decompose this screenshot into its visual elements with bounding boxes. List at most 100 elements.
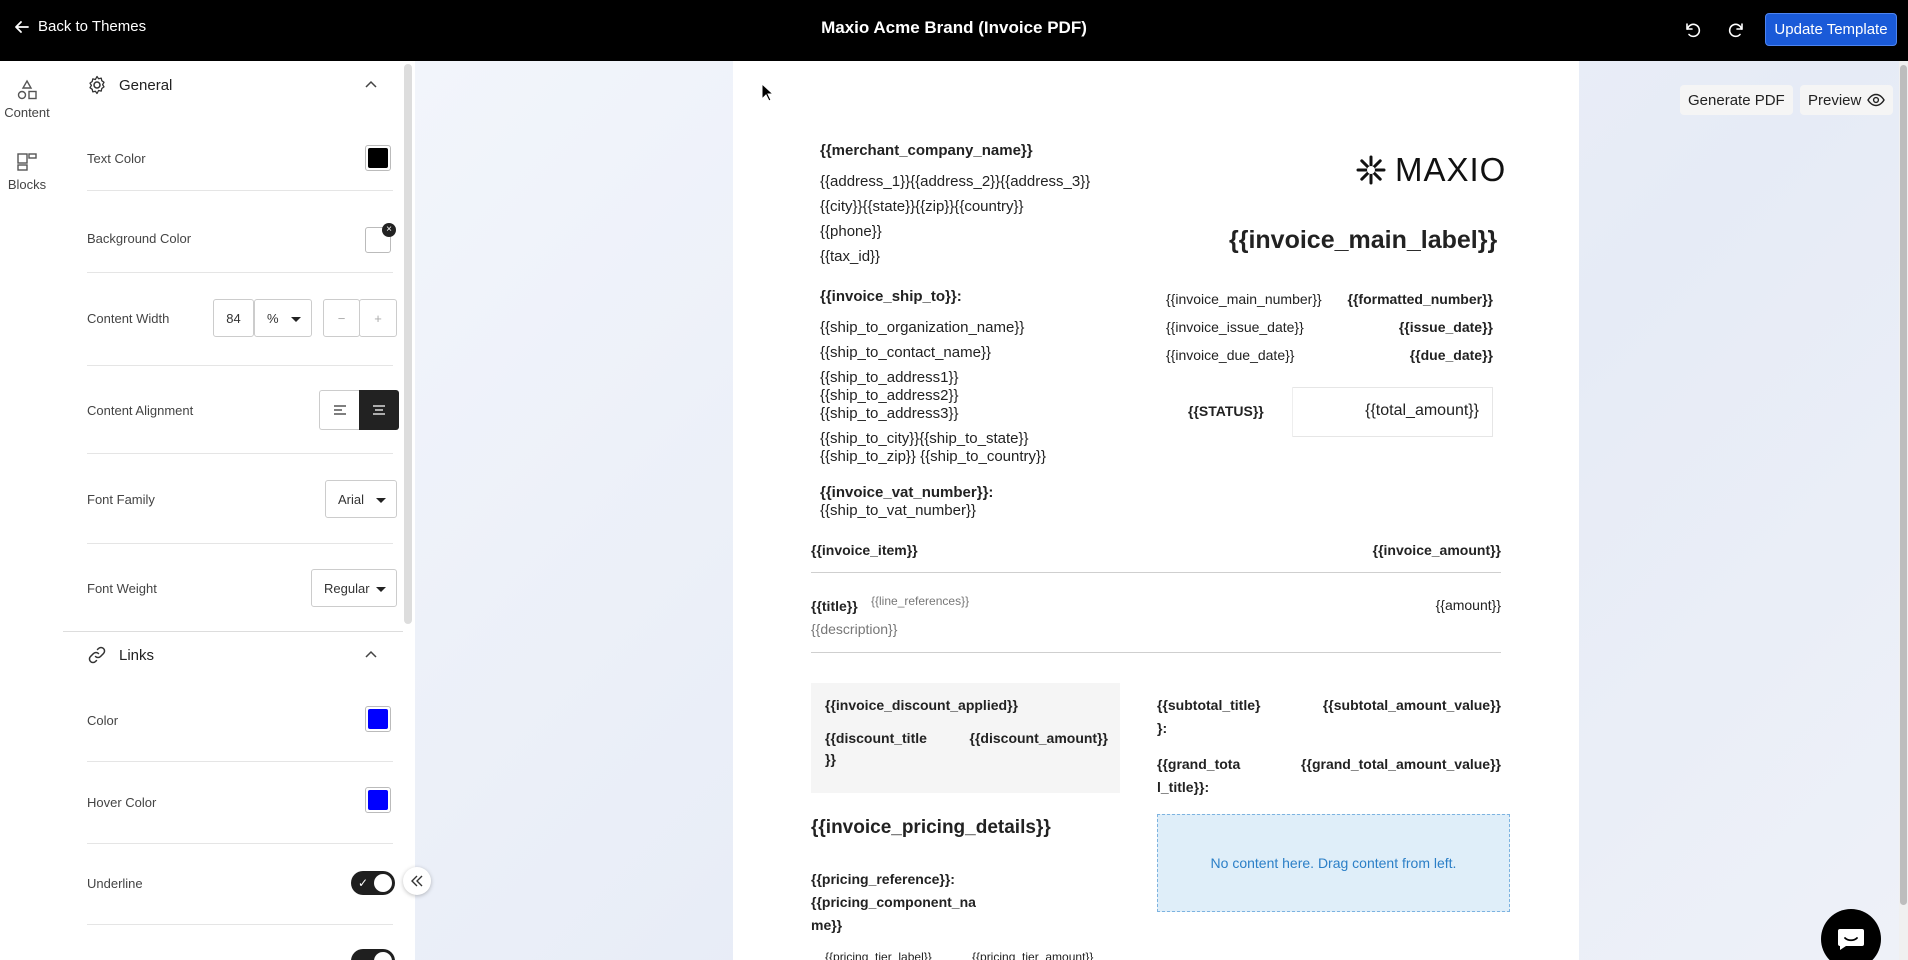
discount-title-cont: }} <box>825 751 836 767</box>
font-family-select[interactable]: Arial <box>325 480 397 518</box>
divider <box>87 761 393 762</box>
amount-header: {{invoice_amount}} <box>1372 542 1501 558</box>
pricing-details-heading: {{invoice_pricing_details}} <box>811 817 1051 838</box>
blocks-icon <box>17 153 37 171</box>
meta-value: {{formatted_number}} <box>1347 291 1493 307</box>
redo-button[interactable] <box>1723 16 1751 44</box>
update-template-button[interactable]: Update Template <box>1765 13 1897 46</box>
font-weight-row: Font Weight Regular <box>87 568 397 608</box>
align-center-icon <box>373 405 385 415</box>
ship-to-city-state: {{ship_to_city}}{{ship_to_state}} <box>820 430 1029 447</box>
font-weight-label: Font Weight <box>87 581 157 596</box>
font-family-row: Font Family Arial <box>87 479 397 519</box>
preview-label: Preview <box>1808 91 1862 109</box>
merchant-tax-id: {{tax_id}} <box>820 248 881 265</box>
link-color-label: Color <box>87 713 119 728</box>
content-width-unit-select[interactable]: % <box>254 299 312 337</box>
unit-value: % <box>267 310 279 326</box>
meta-label: {{invoice_issue_date}} <box>1166 319 1304 335</box>
pricing-reference: {{pricing_reference}}: <box>811 871 955 887</box>
section-title: Links <box>119 646 155 664</box>
check-icon: ✓ <box>358 876 369 890</box>
asterisk-logo-icon <box>1356 155 1386 185</box>
pricing-tier-amount: {{pricing_tier_amount}} <box>972 950 1094 960</box>
preview-button[interactable]: Preview <box>1800 85 1894 115</box>
panel-scrollbar[interactable] <box>404 64 412 624</box>
content-alignment-row: Content Alignment <box>87 390 399 430</box>
line-title: {{title}} <box>811 598 858 614</box>
background-color-label: Background Color <box>87 231 192 246</box>
background-color-row: Background Color × <box>87 223 396 253</box>
back-to-themes-button[interactable]: Back to Themes <box>14 18 146 35</box>
ship-to-contact-name: {{ship_to_contact_name}} <box>820 344 991 361</box>
ship-to-address2: {{ship_to_address2}} <box>820 387 959 404</box>
pricing-tier-label: {{pricing_tier_label}} <box>825 950 932 960</box>
clear-color-icon[interactable]: × <box>382 223 396 237</box>
page-title: Maxio Acme Brand (Invoice PDF) <box>821 18 1087 37</box>
align-center-button[interactable] <box>359 390 399 430</box>
eye-icon <box>1867 93 1886 107</box>
section-title: General <box>119 76 173 94</box>
collapse-panel-button[interactable] <box>403 867 431 895</box>
meta-value: {{due_date}} <box>1409 347 1493 363</box>
rail-item-blocks[interactable]: Blocks <box>0 151 54 192</box>
content-alignment-label: Content Alignment <box>87 403 194 418</box>
ship-to-label: {{invoice_ship_to}}: <box>820 288 962 305</box>
divider <box>87 365 393 366</box>
gear-icon <box>89 75 105 95</box>
hover-color-swatch[interactable] <box>365 787 391 813</box>
underline-toggle[interactable]: ✓ <box>351 871 395 895</box>
undo-button[interactable] <box>1678 16 1706 44</box>
chat-button[interactable] <box>1821 909 1881 960</box>
discount-applied: {{invoice_discount_applied}} <box>825 697 1018 713</box>
align-left-icon <box>333 405 346 415</box>
link-color-swatch[interactable] <box>365 706 391 732</box>
divider <box>87 272 393 273</box>
merchant-company-name: {{merchant_company_name}} <box>820 142 1033 159</box>
canvas-scrollbar[interactable] <box>1899 61 1908 960</box>
item-header: {{invoice_item}} <box>811 542 918 558</box>
grand-total-title: {{grand_tota <box>1157 756 1241 772</box>
pricing-component-name-cont: me}} <box>811 917 843 933</box>
maxio-logo: MAXIO <box>1355 151 1506 189</box>
content-width-input[interactable]: 84 <box>213 299 254 337</box>
content-width-increment-button[interactable]: + <box>359 299 397 337</box>
drop-zone[interactable]: No content here. Drag content from left. <box>1157 814 1510 912</box>
top-bar: Back to Themes Maxio Acme Brand (Invoice… <box>0 0 1908 61</box>
content-width-decrement-button[interactable]: − <box>323 299 360 337</box>
discount-amount: {{discount_amount}} <box>969 730 1108 746</box>
vat-number-value: {{ship_to_vat_number}} <box>820 502 976 519</box>
content-width-row: Content Width 84 % − + <box>87 298 397 338</box>
divider <box>87 843 393 844</box>
subtotal-amount: {{subtotal_amount_value}} <box>1322 697 1501 713</box>
font-weight-value: Regular <box>324 580 370 596</box>
meta-label: {{invoice_due_date}} <box>1166 347 1295 363</box>
ship-to-zip-country: {{ship_to_zip}} {{ship_to_country}} <box>820 448 1047 465</box>
subtotal-title: {{subtotal_title} <box>1157 697 1261 713</box>
generate-pdf-button[interactable]: Generate PDF <box>1680 85 1793 115</box>
divider <box>87 190 393 191</box>
font-weight-select[interactable]: Regular <box>311 569 397 607</box>
general-section-header[interactable]: General <box>63 65 403 105</box>
underline-label: Underline <box>87 876 143 891</box>
font-family-label: Font Family <box>87 492 155 507</box>
rail-item-label: Content <box>4 105 50 120</box>
rail-item-content[interactable]: Content <box>0 79 54 120</box>
align-left-button[interactable] <box>319 390 359 430</box>
settings-panel: General Text Color Background Color × Co… <box>63 61 403 960</box>
subtotal-title-cont: }: <box>1157 720 1168 736</box>
vat-number-label: {{invoice_vat_number}}: <box>820 484 994 501</box>
next-toggle[interactable] <box>351 949 395 960</box>
line-amount: {{amount}} <box>1435 597 1501 613</box>
logo-wordmark: MAXIO <box>1395 151 1507 188</box>
merchant-phone: {{phone}} <box>820 223 882 240</box>
text-color-swatch[interactable] <box>365 145 391 171</box>
mouse-cursor-icon <box>761 83 775 102</box>
ship-to-address1: {{ship_to_address1}} <box>820 369 959 386</box>
link-icon <box>88 646 106 664</box>
arrow-left-icon <box>15 20 29 33</box>
meta-label: {{invoice_main_number}} <box>1166 291 1322 307</box>
links-section-header[interactable]: Links <box>63 635 403 675</box>
font-family-value: Arial <box>338 491 365 507</box>
chevron-up-icon <box>365 80 377 88</box>
